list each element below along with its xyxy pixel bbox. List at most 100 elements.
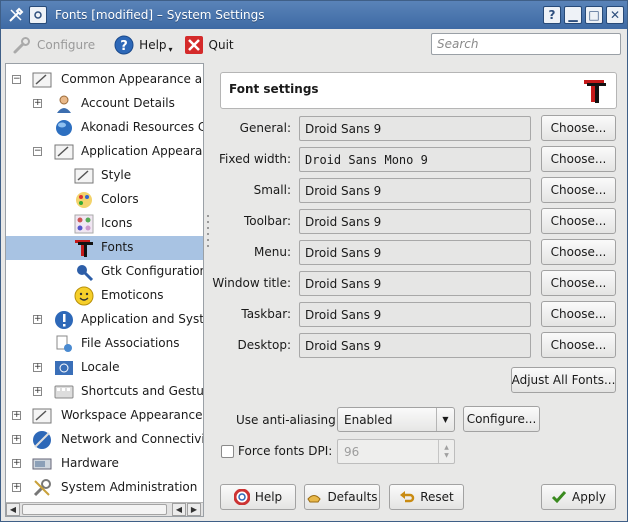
tree-item-label: Locale	[81, 360, 120, 374]
window-menu-icon[interactable]	[29, 6, 47, 24]
collapse-icon[interactable]: −	[12, 75, 21, 84]
help-titlebar-button[interactable]: ?	[543, 6, 561, 24]
font-value-desktop: Droid Sans 9	[299, 333, 531, 358]
choose-button-small[interactable]: Choose...	[541, 177, 616, 203]
apply-button[interactable]: Apply	[541, 484, 616, 510]
expand-icon[interactable]: +	[12, 483, 21, 492]
configure-label: Configure	[37, 38, 96, 52]
expand-icon[interactable]: +	[12, 459, 21, 468]
reset-button-label: Reset	[420, 490, 454, 504]
help-icon: ?	[113, 34, 135, 56]
font-label-toolbar: Toolbar:	[243, 214, 291, 228]
font-label-window-title: Window title:	[212, 276, 291, 290]
expand-icon[interactable]: +	[12, 411, 21, 420]
gtk-icon	[74, 262, 94, 282]
workspace-icon	[32, 406, 52, 426]
font-label-general: General:	[239, 121, 291, 135]
tree-item-label: Icons	[101, 216, 133, 230]
tree-item-label: Colors	[101, 192, 139, 206]
expand-icon[interactable]: +	[33, 315, 42, 324]
scroll-right-arrow[interactable]: ▶	[187, 503, 201, 516]
tree-item-colors[interactable]: Colors	[6, 188, 203, 212]
tree-item-icons[interactable]: Icons	[6, 212, 203, 236]
tree-item-workspace-appearance-ar[interactable]: + Workspace Appearance ar	[6, 404, 203, 428]
font-value-menu: Droid Sans 9	[299, 240, 531, 265]
help-button-label: Help	[254, 490, 283, 504]
help-button[interactable]: Help	[220, 484, 296, 510]
choose-button-general[interactable]: Choose...	[541, 115, 616, 141]
help-lifebuoy-icon	[233, 489, 250, 505]
expand-icon[interactable]: +	[12, 435, 21, 444]
quit-tool-button[interactable]: Quit	[183, 32, 234, 58]
page-title: Font settings	[229, 82, 319, 96]
pane-splitter[interactable]	[206, 211, 210, 271]
tree-item-gtk-configuration[interactable]: Gtk Configuration	[6, 260, 203, 284]
tree-item-emoticons[interactable]: Emoticons	[6, 284, 203, 308]
tree-item-label: Network and Connectivity	[61, 432, 203, 446]
choose-button-desktop[interactable]: Choose...	[541, 332, 616, 358]
force-dpi-spinbox[interactable]: 96 ▲ ▼	[337, 439, 455, 464]
antialias-configure-button[interactable]: Configure...	[463, 406, 540, 432]
close-button[interactable]: ✕	[606, 6, 624, 24]
force-dpi-label: Force fonts DPI:	[238, 444, 333, 458]
tree-item-application-appearanc[interactable]: − Application Appearanc	[6, 140, 203, 164]
maximize-button[interactable]: □	[585, 6, 603, 24]
user-icon	[54, 94, 74, 114]
tree-item-network-and-connectivity[interactable]: + Network and Connectivity	[6, 428, 203, 452]
font-row-window-title: Window title: Droid Sans 9 Choose...	[211, 270, 621, 296]
emoticons-icon	[74, 286, 94, 306]
font-row-toolbar: Toolbar: Droid Sans 9 Choose...	[211, 208, 621, 234]
expand-icon[interactable]: +	[33, 387, 42, 396]
defaults-button[interactable]: Defaults	[304, 484, 380, 510]
scrollbar-thumb[interactable]	[22, 504, 167, 515]
tree-item-shortcuts-and-gesture[interactable]: + Shortcuts and Gesture	[6, 380, 203, 404]
tree-item-akonadi-resources-co[interactable]: Akonadi Resources Co	[6, 116, 203, 140]
wrench-icon	[11, 34, 33, 56]
scroll-left-arrow[interactable]: ◀	[6, 503, 20, 516]
font-row-taskbar: Taskbar: Droid Sans 9 Choose...	[211, 301, 621, 327]
minimize-button[interactable]: ▁	[564, 6, 582, 24]
antialias-select[interactable]: Enabled ▼	[337, 407, 455, 432]
tree-item-locale[interactable]: + Locale	[6, 356, 203, 380]
expand-icon[interactable]: +	[33, 99, 42, 108]
category-tree[interactable]: − Common Appearance and + Account Details Ak…	[5, 63, 204, 517]
tree-item-system-administration[interactable]: + System Administration	[6, 476, 203, 500]
undo-icon	[399, 489, 415, 505]
tree-item-label: Emoticons	[101, 288, 164, 302]
choose-button-toolbar[interactable]: Choose...	[541, 208, 616, 234]
search-input[interactable]: Search	[431, 33, 621, 55]
choose-button-window-title[interactable]: Choose...	[541, 270, 616, 296]
tree-item-label: Workspace Appearance ar	[61, 408, 203, 422]
help-tool-button[interactable]: ? Help ▾	[113, 32, 173, 58]
choose-button-fixed-width[interactable]: Choose...	[541, 146, 616, 172]
antialias-value: Enabled	[344, 413, 393, 427]
colors-icon	[74, 190, 94, 210]
choose-button-taskbar[interactable]: Choose...	[541, 301, 616, 327]
style-icon	[74, 166, 94, 186]
apply-button-label: Apply	[572, 490, 606, 504]
adjust-all-fonts-button[interactable]: Adjust All Fonts...	[511, 367, 616, 393]
scroll-left-arrow-2[interactable]: ◀	[172, 503, 186, 516]
tree-item-hardware[interactable]: + Hardware	[6, 452, 203, 476]
font-row-general: General: Droid Sans 9 Choose...	[211, 115, 621, 141]
tree-item-style[interactable]: Style	[6, 164, 203, 188]
tree-item-application-and-systen[interactable]: + Application and Systen	[6, 308, 203, 332]
app-menu-icon[interactable]	[7, 6, 25, 24]
tree-item-account-details[interactable]: + Account Details	[6, 92, 203, 116]
expand-icon[interactable]: +	[33, 363, 42, 372]
collapse-icon[interactable]: −	[33, 147, 42, 156]
tree-item-common-appearance-and[interactable]: − Common Appearance and	[6, 68, 203, 92]
tree-item-fonts[interactable]: Fonts	[6, 236, 203, 260]
force-dpi-checkbox[interactable]	[221, 445, 234, 458]
tree-item-file-associations[interactable]: File Associations	[6, 332, 203, 356]
main-toolbar: Configure ? Help ▾ Quit Search	[1, 29, 627, 61]
configure-tool-button[interactable]: Configure	[11, 32, 95, 58]
defaults-button-label: Defaults	[327, 490, 378, 504]
reset-button[interactable]: Reset	[389, 484, 464, 510]
tree-horizontal-scrollbar[interactable]: ◀ ◀ ▶	[6, 502, 203, 516]
font-row-small: Small: Droid Sans 9 Choose...	[211, 177, 621, 203]
tree-item-label: System Administration	[61, 480, 198, 494]
svg-text:?: ?	[120, 39, 128, 54]
choose-button-menu[interactable]: Choose...	[541, 239, 616, 265]
admin-icon	[32, 478, 52, 498]
